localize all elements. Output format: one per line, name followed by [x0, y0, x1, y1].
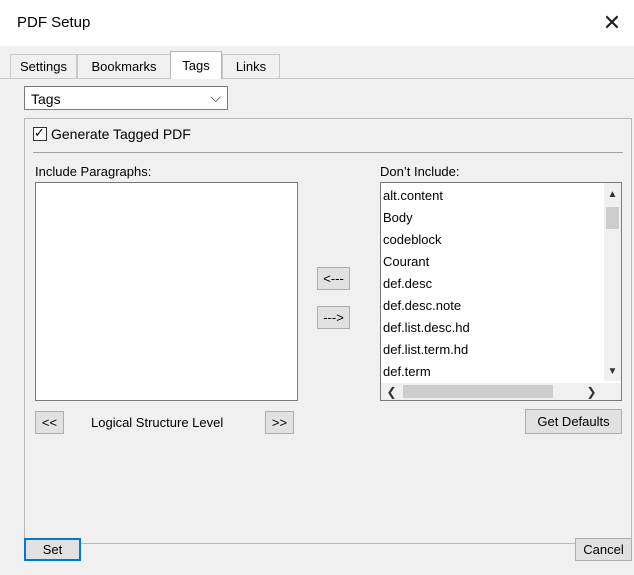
move-to-include-button[interactable]: <--- [317, 267, 350, 290]
scroll-right-icon[interactable]: ❯ [583, 383, 600, 400]
scroll-left-icon[interactable]: ❮ [383, 383, 400, 400]
tags-group: ✓ Generate Tagged PDF Include Paragraphs… [24, 118, 632, 544]
dialog-body: Settings Bookmarks Tags Links Tags ⌵ ✓ G… [0, 46, 634, 575]
list-item[interactable]: def.desc [383, 276, 432, 291]
tags-dropdown-value: Tags [31, 91, 61, 107]
scroll-up-icon[interactable]: ▲ [604, 186, 621, 203]
decrease-level-button[interactable]: << [35, 411, 64, 434]
include-paragraphs-label: Include Paragraphs: [35, 164, 152, 179]
dont-include-list[interactable]: alt.content Body codeblock Courant def.d… [380, 182, 622, 401]
vertical-scrollbar[interactable]: ▲ ▼ [604, 183, 621, 381]
set-button[interactable]: Set [24, 538, 81, 561]
move-to-exclude-button[interactable]: ---> [317, 306, 350, 329]
list-item[interactable]: def.term [383, 364, 431, 379]
list-item[interactable]: def.desc.note [383, 298, 461, 313]
checkbox-box[interactable]: ✓ [33, 125, 47, 141]
list-item[interactable]: codeblock [383, 232, 442, 247]
tab-tags[interactable]: Tags [170, 51, 222, 79]
tab-bookmarks[interactable]: Bookmarks [77, 54, 171, 78]
list-item[interactable]: alt.content [383, 188, 443, 203]
scrollbar-corner [604, 383, 621, 400]
list-item[interactable]: Courant [383, 254, 429, 269]
close-icon[interactable]: ✕ [590, 0, 634, 46]
tab-divider [0, 78, 634, 79]
horizontal-scrollbar[interactable]: ❮ ❯ [381, 383, 604, 400]
tab-settings[interactable]: Settings [10, 54, 77, 78]
scroll-down-icon[interactable]: ▼ [604, 363, 621, 380]
logical-structure-level-label: Logical Structure Level [91, 415, 224, 430]
check-icon: ✓ [34, 125, 45, 140]
increase-level-button[interactable]: >> [265, 411, 294, 434]
cancel-button[interactable]: Cancel [575, 538, 632, 561]
get-defaults-button[interactable]: Get Defaults [525, 409, 622, 434]
title-bar: PDF Setup ✕ [0, 0, 634, 46]
separator [33, 152, 623, 153]
generate-tagged-pdf-label: Generate Tagged PDF [51, 126, 191, 142]
list-item[interactable]: def.list.term.hd [383, 342, 468, 357]
list-item[interactable]: def.list.desc.hd [383, 320, 470, 335]
chevron-down-icon: ⌵ [210, 89, 221, 105]
include-paragraphs-list[interactable] [35, 182, 298, 401]
tags-dropdown[interactable]: Tags ⌵ [24, 86, 228, 110]
dont-include-label: Don’t Include: [380, 164, 460, 179]
tab-links[interactable]: Links [222, 54, 280, 78]
list-item[interactable]: Body [383, 210, 413, 225]
vertical-scroll-thumb[interactable] [606, 207, 619, 229]
horizontal-scroll-thumb[interactable] [403, 385, 553, 398]
generate-tagged-pdf-checkbox[interactable]: ✓ Generate Tagged PDF [33, 125, 191, 142]
window-title: PDF Setup [17, 14, 91, 31]
